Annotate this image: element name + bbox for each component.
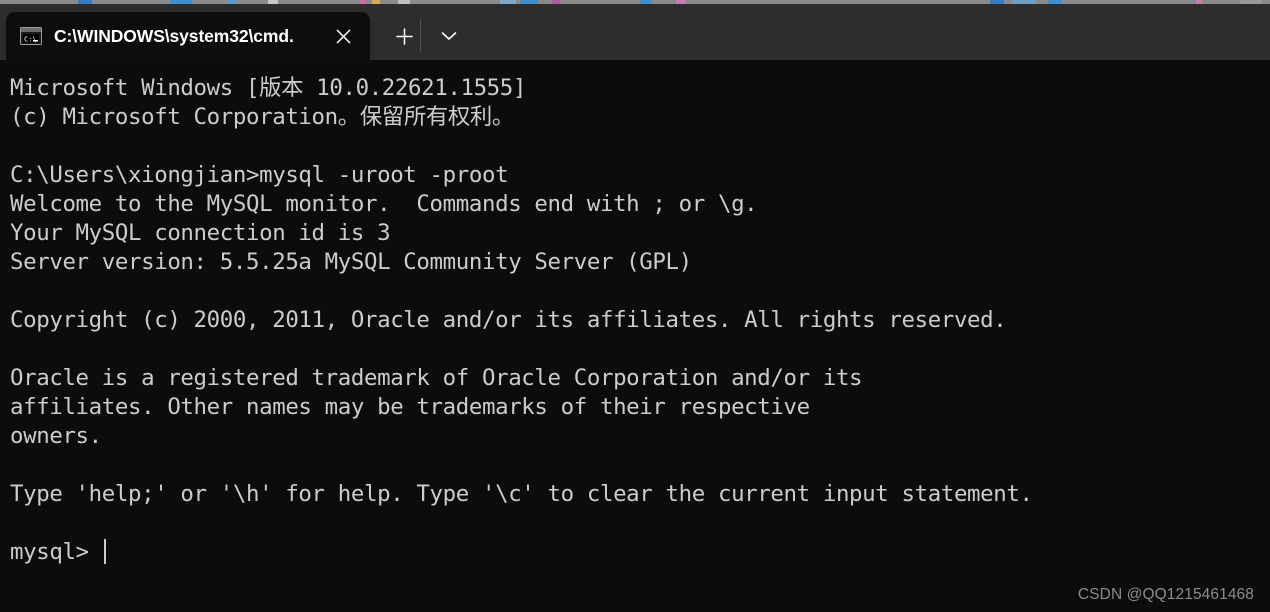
- close-icon[interactable]: [326, 19, 360, 53]
- prompt-text: mysql>: [10, 539, 102, 565]
- watermark: CSDN @QQ1215461468: [1077, 586, 1254, 603]
- new-tab-button[interactable]: [386, 18, 422, 54]
- terminal-line: Copyright (c) 2000, 2011, Oracle and/or …: [10, 307, 1007, 333]
- terminal-line: Type 'help;' or '\h' for help. Type '\c'…: [10, 481, 1033, 507]
- terminal-line-command: C:\Users\xiongjian>mysql -uroot -proot: [10, 162, 509, 188]
- chevron-down-icon: [441, 32, 457, 40]
- tab-title: C:\WINDOWS\system32\cmd.: [54, 25, 294, 46]
- text-cursor: [103, 539, 106, 564]
- cmd-console-icon: C:\: [20, 27, 42, 45]
- terminal-window: C:\ C:\WINDOWS\system32\cmd. Microsoft W…: [0, 0, 1270, 612]
- title-bar: C:\ C:\WINDOWS\system32\cmd.: [0, 4, 1270, 60]
- terminal-line: owners.: [10, 423, 102, 449]
- terminal-line: (c) Microsoft Corporation。保留所有权利。: [10, 104, 514, 130]
- terminal-prompt-line[interactable]: mysql>: [10, 538, 1270, 567]
- terminal-output[interactable]: Microsoft Windows [版本 10.0.22621.1555] (…: [0, 60, 1270, 612]
- terminal-line: Microsoft Windows [版本 10.0.22621.1555]: [10, 75, 527, 101]
- terminal-line: affiliates. Other names may be trademark…: [10, 394, 810, 420]
- toolbar-separator: [420, 19, 421, 51]
- tab-dropdown-button[interactable]: [431, 18, 467, 54]
- tab-cmd[interactable]: C:\ C:\WINDOWS\system32\cmd.: [6, 12, 370, 60]
- terminal-line: Welcome to the MySQL monitor. Commands e…: [10, 191, 758, 217]
- terminal-line: Server version: 5.5.25a MySQL Community …: [10, 249, 692, 275]
- svg-text:C:\: C:\: [24, 36, 37, 44]
- terminal-line: Oracle is a registered trademark of Orac…: [10, 365, 863, 391]
- terminal-line: Your MySQL connection id is 3: [10, 220, 391, 246]
- plus-icon: [395, 27, 413, 45]
